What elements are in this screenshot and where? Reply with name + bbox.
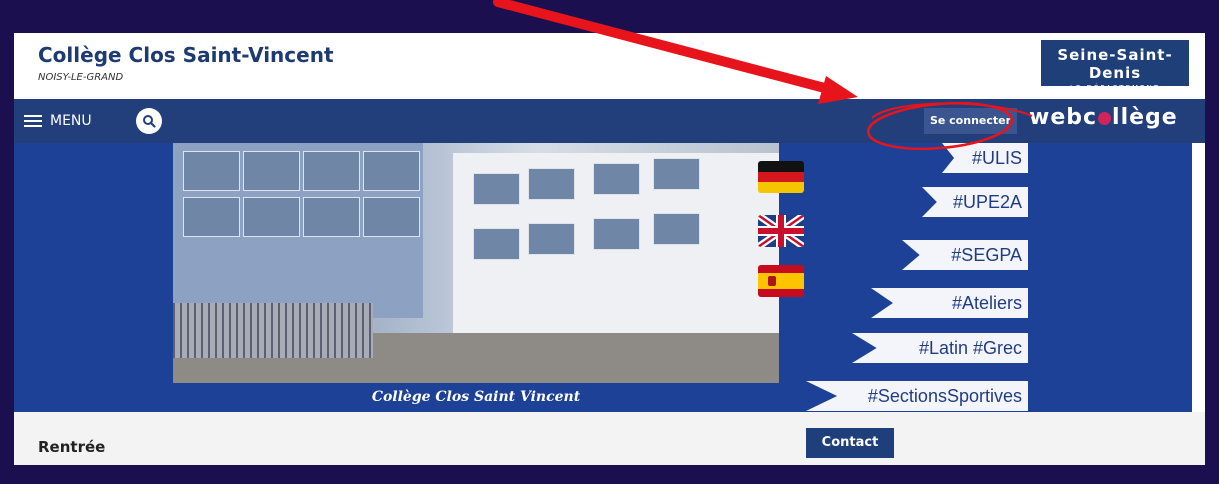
search-icon bbox=[143, 115, 156, 128]
search-button[interactable] bbox=[136, 108, 162, 134]
login-button[interactable]: Se connecter bbox=[924, 108, 1017, 134]
site-header: Collège Clos Saint-Vincent NOISY-LE-GRAN… bbox=[14, 33, 1205, 99]
department-logo-sub: LE DÉPARTEMENT bbox=[1070, 84, 1160, 92]
flag-germany-icon[interactable] bbox=[758, 161, 804, 193]
department-logo[interactable]: Seine-Saint-Denis LE DÉPARTEMENT bbox=[1041, 40, 1189, 92]
section-heading: Rentrée bbox=[38, 438, 106, 456]
tag-sections-sportives[interactable]: #SectionsSportives bbox=[806, 381, 1028, 411]
navigation-bar: MENU Se connecter webc llège bbox=[14, 99, 1205, 143]
webcollege-logo-right: llège bbox=[1112, 105, 1178, 130]
tag-ateliers[interactable]: #Ateliers bbox=[871, 288, 1028, 318]
tag-upe2a[interactable]: #UPE2A bbox=[922, 187, 1028, 217]
main-content: Rentrée Contact bbox=[14, 412, 1205, 465]
browser-page: Collège Clos Saint-Vincent NOISY-LE-GRAN… bbox=[14, 33, 1205, 465]
tag-latin-grec[interactable]: #Latin #Grec bbox=[852, 333, 1028, 363]
contact-button[interactable]: Contact bbox=[806, 428, 894, 458]
home-banner[interactable]: Collège Clos Saint Vincent #ULIS #UPE2A … bbox=[14, 143, 1205, 412]
flag-uk-icon[interactable] bbox=[758, 215, 804, 247]
menu-label: MENU bbox=[50, 113, 92, 129]
school-building-photo bbox=[173, 143, 779, 383]
webcollege-logo[interactable]: webc llège bbox=[1029, 105, 1178, 130]
tag-ulis[interactable]: #ULIS bbox=[942, 143, 1028, 173]
banner-caption: Collège Clos Saint Vincent bbox=[371, 389, 581, 405]
hamburger-icon bbox=[24, 112, 42, 130]
site-location: NOISY-LE-GRAND bbox=[38, 72, 124, 83]
tag-segpa[interactable]: #SEGPA bbox=[902, 240, 1028, 270]
site-title[interactable]: Collège Clos Saint-Vincent bbox=[38, 43, 334, 67]
menu-button[interactable]: MENU bbox=[24, 109, 92, 133]
webcollege-logo-left: webc bbox=[1029, 105, 1098, 130]
flag-spain-icon[interactable] bbox=[758, 265, 804, 297]
webcollege-logo-dot bbox=[1098, 111, 1112, 125]
department-logo-name: Seine-Saint-Denis bbox=[1057, 46, 1173, 82]
